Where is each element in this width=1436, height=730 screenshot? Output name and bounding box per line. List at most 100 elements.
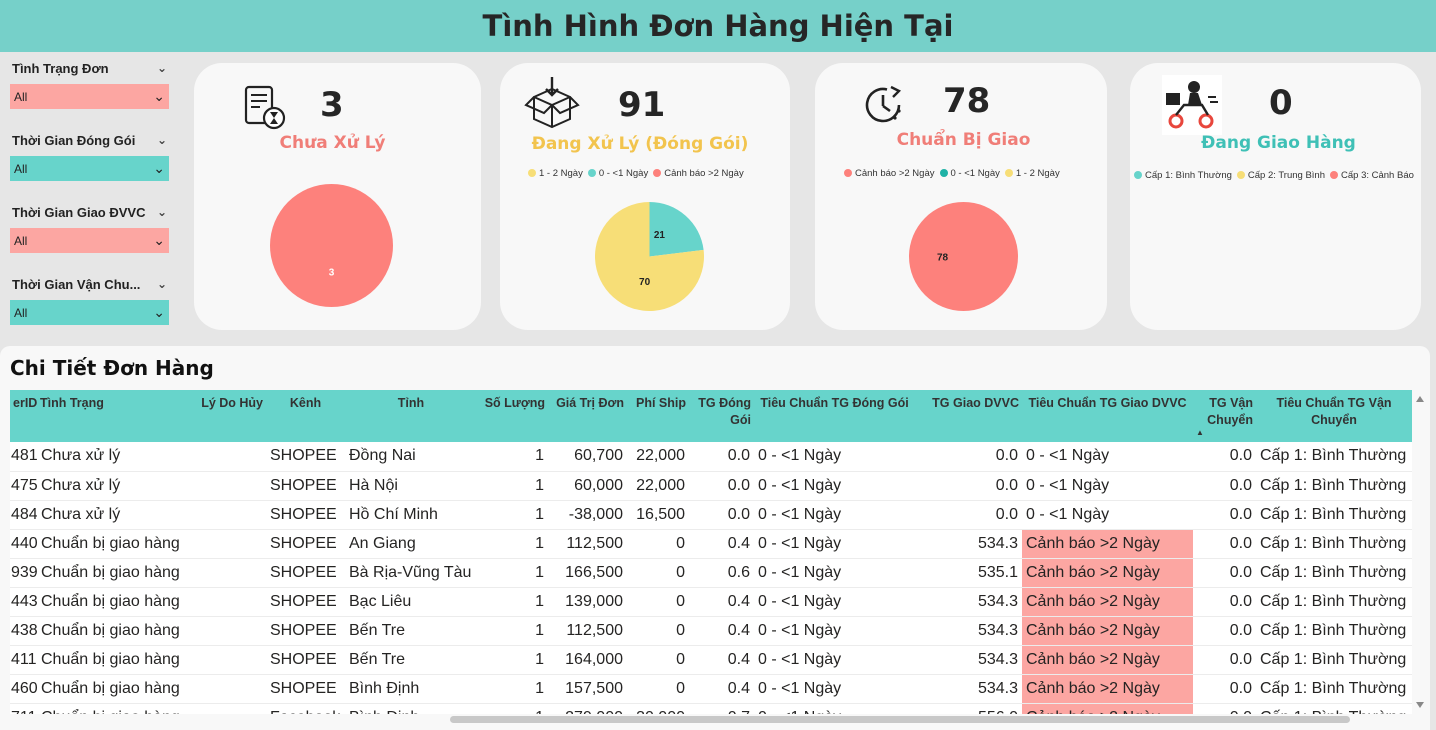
table-cell: Chưa xử lý	[37, 500, 195, 530]
table-cell: SHOPEE	[266, 674, 345, 704]
table-cell: Chuẩn bị giao hàng	[37, 616, 195, 646]
chevron-down-icon[interactable]: ⌄	[157, 61, 169, 75]
table-row[interactable]: 484 Chưa xử lý SHOPEE Hồ Chí Minh 1 -38,000 16…	[10, 500, 1412, 530]
column-header[interactable]: Giá Trị Đơn	[548, 390, 627, 442]
table-cell: 0.0	[689, 442, 754, 472]
table-cell: 0.7	[689, 703, 754, 714]
table-cell: 1	[477, 587, 548, 617]
table-row[interactable]: 475 Chưa xử lý SHOPEE Hà Nội 1 60,000 22,000 0.…	[10, 471, 1412, 501]
table-cell: Cảnh báo >2 Ngày	[1022, 558, 1193, 588]
table-row[interactable]: 481 Chưa xử lý SHOPEE Đồng Nai 1 60,700 22,000…	[10, 442, 1412, 472]
slicer-value: All	[14, 305, 28, 320]
card-processing: 91 Đang Xử Lý (Đóng Gói) 1 - 2 Ngày 0 - …	[500, 63, 790, 330]
table-cell: 0 - <1 Ngày	[754, 616, 915, 646]
column-header[interactable]: Số Lượng	[477, 390, 548, 442]
pie-slice[interactable]	[270, 184, 393, 307]
table-cell: Bình Định	[345, 703, 477, 714]
column-header-label: Tình Trạng	[40, 396, 104, 410]
slicer-value: All	[14, 89, 28, 104]
slicer-carrier-time[interactable]: Thời Gian Giao ĐVVC ⌄ All ⌄	[10, 202, 169, 253]
chevron-down-icon[interactable]: ⌄	[157, 277, 169, 291]
chevron-down-icon[interactable]: ⌄	[157, 205, 169, 219]
slicer-dropdown[interactable]: All ⌄	[10, 228, 169, 253]
table-cell: SHOPEE	[266, 645, 345, 675]
processing-pie-chart: 21 70	[595, 202, 704, 311]
table-cell: Bình Định	[345, 674, 477, 704]
legend-label: 0 - <1 Ngày	[598, 168, 649, 179]
table-cell: Chuẩn bị giao hàng	[37, 529, 195, 559]
table-cell: Chuẩn bị giao hàng	[37, 674, 195, 704]
pie-data-label: 21	[654, 230, 666, 241]
table-row[interactable]: 440 Chuẩn bị giao hàng SHOPEE An Giang 1 112,…	[10, 529, 1412, 559]
table-cell: Cấp 1: Bình Thường	[1256, 529, 1412, 559]
table-cell: Hồ Chí Minh	[345, 500, 477, 530]
table-cell	[195, 529, 266, 559]
slicer-title: Tình Trạng Đơn	[12, 60, 109, 76]
legend-label: 1 - 2 Ngày	[539, 168, 583, 179]
table-cell: 440	[10, 529, 37, 559]
table-cell: 534.3	[915, 587, 1022, 617]
legend-dot	[653, 169, 662, 178]
column-header[interactable]: Phí Ship	[627, 390, 689, 442]
table-cell: 112,500	[548, 616, 627, 646]
column-header-label: TG Giao DVVC	[932, 396, 1019, 410]
table-cell: 0.0	[1193, 703, 1256, 714]
slicer-order-status[interactable]: Tình Trạng Đơn ⌄ All ⌄	[10, 58, 169, 109]
table-cell: 0.0	[1193, 558, 1256, 588]
table-cell: 443	[10, 587, 37, 617]
table-row[interactable]: 438 Chuẩn bị giao hàng SHOPEE Bến Tre 1 112,5…	[10, 616, 1412, 646]
table-cell: 0.4	[689, 674, 754, 704]
table-cell: Chưa xử lý	[37, 471, 195, 501]
column-header[interactable]: Lý Do Hủy	[195, 390, 266, 442]
slicer-packing-time[interactable]: Thời Gian Đóng Gói ⌄ All ⌄	[10, 130, 169, 181]
table-row[interactable]: 443 Chuẩn bị giao hàng SHOPEE Bạc Liêu 1 139,…	[10, 587, 1412, 617]
slicer-title: Thời Gian Vận Chu...	[12, 276, 141, 292]
column-header-label: Giá Trị Đơn	[556, 396, 624, 410]
legend-label: Cấp 3: Cảnh Báo	[1341, 170, 1414, 181]
column-header[interactable]: erID	[10, 390, 37, 442]
table-cell	[195, 645, 266, 675]
scroll-down-icon	[1416, 702, 1424, 708]
table-cell: Bạc Liêu	[345, 587, 477, 617]
table-cell: Chưa xử lý	[37, 442, 195, 472]
order-table-viewport[interactable]: erID Tình Trạng Lý Do Hủy Kênh Tỉnh Số Lượng G…	[10, 390, 1412, 714]
column-header[interactable]: TG Giao DVVC	[915, 390, 1022, 442]
slicer-shipping-time[interactable]: Thời Gian Vận Chu... ⌄ All ⌄	[10, 274, 169, 325]
column-header[interactable]: TG Vận Chuyển ▲	[1193, 390, 1256, 442]
column-header[interactable]: Tiêu Chuẩn TG Vận Chuyển	[1256, 390, 1412, 442]
pending-pie-chart: 3	[270, 184, 393, 307]
table-cell: 939	[10, 558, 37, 588]
table-cell: 0.0	[1193, 587, 1256, 617]
table-cell: 438	[10, 616, 37, 646]
card-label: Đang Giao Hàng	[1201, 133, 1356, 153]
sort-ascending-icon[interactable]: ▲	[1196, 429, 1253, 437]
chevron-down-icon: ⌄	[153, 88, 165, 104]
column-header[interactable]: Tình Trạng	[37, 390, 195, 442]
legend-label: Cảnh báo >2 Ngày	[855, 168, 935, 179]
column-header-label: Tiêu Chuẩn TG Vận Chuyển	[1276, 396, 1392, 427]
slicer-dropdown[interactable]: All ⌄	[10, 300, 169, 325]
table-row[interactable]: 411 Chuẩn bị giao hàng SHOPEE Bến Tre 1 164,0…	[10, 645, 1412, 675]
table-row[interactable]: 711Chuẩn bị giao hàng FacebookBình Định12…	[10, 703, 1412, 714]
table-cell: 0 - <1 Ngày	[754, 471, 915, 501]
pie-slice[interactable]	[909, 202, 1018, 311]
legend-dot	[587, 169, 596, 178]
legend-dot	[1330, 171, 1338, 180]
table-cell: Bến Tre	[345, 645, 477, 675]
chevron-down-icon[interactable]: ⌄	[157, 133, 169, 147]
column-header[interactable]: TG Đóng Gói	[689, 390, 754, 442]
column-header[interactable]: Tiêu Chuẩn TG Giao DVVC	[1022, 390, 1193, 442]
column-header[interactable]: Tiêu Chuẩn TG Đóng Gói	[754, 390, 915, 442]
table-cell: Cảnh báo >2 Ngày	[1022, 645, 1193, 675]
table-cell: 139,000	[548, 587, 627, 617]
vertical-scrollbar[interactable]	[1414, 392, 1426, 712]
table-cell: 1	[477, 558, 548, 588]
table-cell: 0 - <1 Ngày	[754, 587, 915, 617]
column-header[interactable]: Kênh	[266, 390, 345, 442]
table-row[interactable]: 460 Chuẩn bị giao hàng SHOPEE Bình Định 1 157…	[10, 674, 1412, 704]
slicer-dropdown[interactable]: All ⌄	[10, 84, 169, 109]
slicer-dropdown[interactable]: All ⌄	[10, 156, 169, 181]
horizontal-scrollbar[interactable]	[450, 716, 1350, 723]
table-row[interactable]: 939 Chuẩn bị giao hàng SHOPEE Bà Rịa-Vũng T…	[10, 558, 1412, 588]
column-header[interactable]: Tỉnh	[345, 390, 477, 442]
